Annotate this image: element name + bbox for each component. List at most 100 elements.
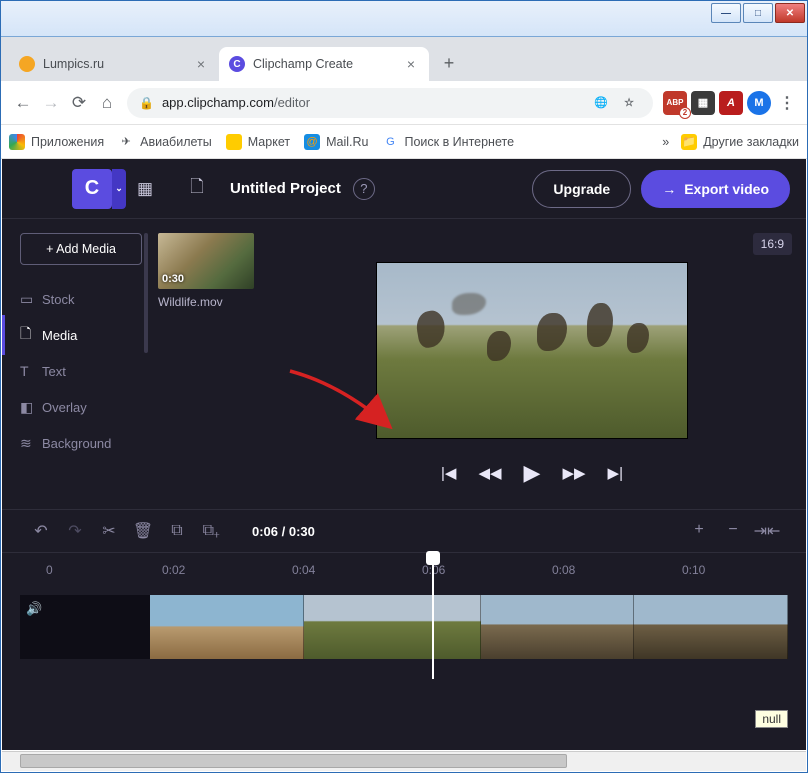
export-video-button[interactable]: → Export video xyxy=(641,170,790,208)
bookmark-search[interactable]: GПоиск в Интернете xyxy=(382,134,514,150)
copy-button[interactable]: ⧉ xyxy=(160,522,194,540)
media-icon: 🗋 xyxy=(20,323,42,347)
browser-tab-lumpics[interactable]: Lumpics.ru × xyxy=(9,47,219,81)
window-close-button[interactable]: ✕ xyxy=(775,3,805,23)
lock-icon: 🔒 xyxy=(139,96,154,110)
sidebar-scrollbar[interactable] xyxy=(144,233,148,353)
url-text: app.clipchamp.com/editor xyxy=(162,95,585,110)
favicon-icon: C xyxy=(229,56,245,72)
favicon-icon xyxy=(19,56,35,72)
text-icon: T xyxy=(20,363,42,379)
zoom-fit-button[interactable]: ⇥⇤ xyxy=(750,521,784,541)
sidebar-item-stock[interactable]: ▭Stock xyxy=(20,281,142,317)
sidebar-item-text[interactable]: TText xyxy=(20,353,142,389)
zoom-in-button[interactable]: + xyxy=(682,521,716,541)
add-media-button[interactable]: + Add Media xyxy=(20,233,142,265)
bookmark-mailru[interactable]: @Mail.Ru xyxy=(304,134,368,150)
fast-forward-button[interactable]: ▶▶ xyxy=(562,464,585,482)
brand-dropdown-icon[interactable]: ⌄ xyxy=(112,169,126,209)
bookmark-market[interactable]: Маркет xyxy=(226,134,290,150)
tab-title: Clipchamp Create xyxy=(253,57,353,71)
background-icon: ≋ xyxy=(20,435,42,452)
brand-logo[interactable]: C ⌄ xyxy=(72,169,112,209)
timeline-track: 🔊 xyxy=(2,589,806,665)
zoom-out-button[interactable]: − xyxy=(716,521,750,541)
browser-tab-clipchamp[interactable]: C Clipchamp Create × xyxy=(219,47,429,81)
skip-end-button[interactable]: ▶| xyxy=(608,464,623,482)
layout-icon[interactable]: ▦ xyxy=(126,179,164,199)
nav-home-button[interactable]: ⌂ xyxy=(93,89,121,117)
other-bookmarks[interactable]: 📁Другие закладки xyxy=(681,134,799,150)
timeline-toolbar: ↶ ↷ ✂ 🗑 ⧉ ⧉₊ 0:06 / 0:30 + − ⇥⇤ xyxy=(2,509,806,553)
browser-menu-icon[interactable]: ⋮ xyxy=(775,91,799,115)
sidebar-item-background[interactable]: ≋Background xyxy=(20,425,142,461)
video-preview[interactable] xyxy=(377,263,687,438)
tab-title: Lumpics.ru xyxy=(43,57,104,71)
upgrade-button[interactable]: Upgrade xyxy=(532,170,631,208)
aspect-ratio-button[interactable]: 16:9 xyxy=(753,233,792,255)
video-clip[interactable] xyxy=(150,595,788,659)
bookmark-apps[interactable]: Приложения xyxy=(9,134,104,150)
clip-frame xyxy=(150,595,304,659)
window-status-bar xyxy=(2,751,806,771)
file-icon[interactable]: 🗋 xyxy=(178,174,216,203)
tab-close-icon[interactable]: × xyxy=(403,56,419,72)
window-maximize-button[interactable]: □ xyxy=(743,3,773,23)
window-titlebar: — □ ✕ xyxy=(1,1,807,37)
track-audio-toggle[interactable]: 🔊 xyxy=(20,595,150,659)
bookmarks-bar: Приложения ✈Авиабилеты Маркет @Mail.Ru G… xyxy=(1,125,807,159)
new-tab-button[interactable]: + xyxy=(435,49,463,77)
horizontal-scrollbar[interactable] xyxy=(2,752,806,770)
sidebar: + Add Media ▭Stock 🗋Media TText ◧Overlay… xyxy=(2,219,152,509)
ruler-tick: 0:10 xyxy=(682,563,705,577)
tooltip: null xyxy=(755,710,788,728)
adblock-extension-icon[interactable]: ABP 2 xyxy=(663,91,687,115)
ruler-tick: 0 xyxy=(46,563,53,577)
media-filename: Wildlife.mov xyxy=(158,295,272,309)
sidebar-item-overlay[interactable]: ◧Overlay xyxy=(20,389,142,425)
nav-back-button[interactable]: ← xyxy=(9,89,37,117)
ruler-tick: 0:02 xyxy=(162,563,185,577)
paste-button[interactable]: ⧉₊ xyxy=(194,522,228,540)
timeline-ruler[interactable]: 0 0:02 0:04 0:06 0:08 0:10 xyxy=(2,553,806,589)
bookmark-avia[interactable]: ✈Авиабилеты xyxy=(118,134,212,150)
browser-toolbar: ← → ⟳ ⌂ 🔒 app.clipchamp.com/editor 🌐 ☆ A… xyxy=(1,81,807,125)
undo-button[interactable]: ↶ xyxy=(24,521,58,541)
export-arrow-icon: → xyxy=(662,181,676,197)
nav-reload-button[interactable]: ⟳ xyxy=(65,89,93,117)
redo-button[interactable]: ↷ xyxy=(58,521,92,541)
app-topbar: C ⌄ ▦ 🗋 Untitled Project ? Upgrade → Exp… xyxy=(2,159,806,219)
media-panel: 0:30 Wildlife.mov xyxy=(152,219,272,509)
media-duration: 0:30 xyxy=(162,273,184,285)
help-icon[interactable]: ? xyxy=(353,178,375,200)
project-title[interactable]: Untitled Project xyxy=(230,180,341,197)
stock-icon: ▭ xyxy=(20,291,42,308)
translate-icon[interactable]: 🌐 xyxy=(589,91,613,115)
nav-forward-button[interactable]: → xyxy=(37,89,65,117)
sidebar-active-indicator xyxy=(2,315,5,355)
address-bar[interactable]: 🔒 app.clipchamp.com/editor 🌐 ☆ xyxy=(127,88,653,118)
delete-button[interactable]: 🗑 xyxy=(126,521,160,541)
skip-start-button[interactable]: |◀ xyxy=(441,464,456,482)
clip-frame xyxy=(481,595,635,659)
bookmark-star-icon[interactable]: ☆ xyxy=(617,91,641,115)
playback-controls: |◀ ◀◀ ▶ ▶▶ ▶| xyxy=(441,460,623,486)
profile-avatar[interactable]: M xyxy=(747,91,771,115)
browser-tab-strip: Lumpics.ru × C Clipchamp Create × + xyxy=(1,37,807,81)
acrobat-extension-icon[interactable]: A xyxy=(719,91,743,115)
split-button[interactable]: ✂ xyxy=(92,521,126,541)
media-thumbnail[interactable]: 0:30 xyxy=(158,233,254,289)
ruler-tick: 0:08 xyxy=(552,563,575,577)
play-button[interactable]: ▶ xyxy=(524,460,541,486)
rewind-button[interactable]: ◀◀ xyxy=(478,464,501,482)
window-minimize-button[interactable]: — xyxy=(711,3,741,23)
tab-close-icon[interactable]: × xyxy=(193,56,209,72)
extension-icon[interactable]: ▦ xyxy=(691,91,715,115)
playhead[interactable] xyxy=(432,553,434,679)
clip-frame xyxy=(634,595,788,659)
bookmarks-overflow[interactable]: » xyxy=(662,135,669,149)
sidebar-item-media[interactable]: 🗋Media xyxy=(20,317,142,353)
clipchamp-app: C ⌄ ▦ 🗋 Untitled Project ? Upgrade → Exp… xyxy=(2,159,806,750)
timeline-timecode: 0:06 / 0:30 xyxy=(252,524,315,539)
clip-frame xyxy=(304,595,481,659)
